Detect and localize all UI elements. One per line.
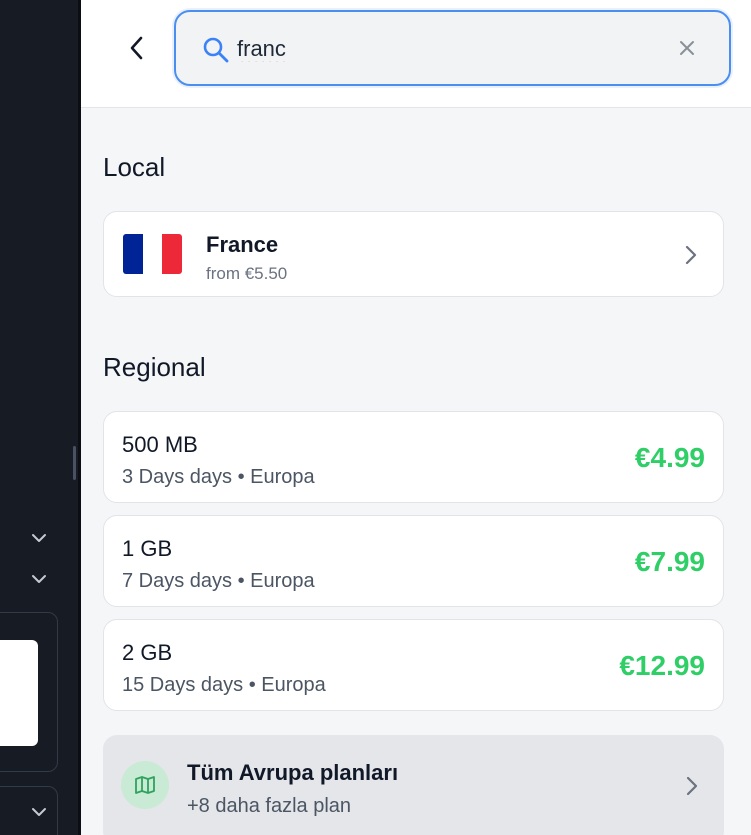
plan-card[interactable]: 500 MB 3 Days days • Europa €4.99 [103,411,724,503]
plan-data-amount: 1 GB [122,536,173,561]
plan-details: 15 Days days • Europa [122,674,326,696]
chevron-right-icon [686,776,698,796]
all-plans-title: Tüm Avrupa planları [187,760,399,785]
search-panel: Local France from €5.50 Regional 500 MB … [81,0,751,835]
plan-price: €12.99 [619,650,705,681]
search-input[interactable] [237,32,657,66]
plan-data-amount: 500 MB [122,432,198,457]
chevron-right-icon [685,245,697,265]
search-header [81,0,751,108]
back-button[interactable] [117,28,157,68]
close-icon [680,41,694,55]
background-card [0,786,58,835]
country-name: France [206,232,279,257]
country-price-from: from €5.50 [206,264,288,283]
search-field[interactable] [174,10,731,86]
plan-data-amount: 2 GB [122,640,173,665]
plan-card[interactable]: 1 GB 7 Days days • Europa €7.99 [103,515,724,607]
all-plans-subtitle: +8 daha fazla plan [187,795,352,817]
chevron-down-icon[interactable] [30,570,48,588]
plan-price: €7.99 [634,546,705,577]
plan-card[interactable]: 2 GB 15 Days days • Europa €12.99 [103,619,724,711]
chevron-left-icon [130,36,143,60]
all-europe-plans-button[interactable]: Tüm Avrupa planları +8 daha fazla plan [103,735,724,835]
resize-handle[interactable] [73,446,76,480]
flag-france-icon [123,234,182,274]
section-title-regional: Regional [103,352,206,382]
plan-details: 3 Days days • Europa [122,466,315,488]
background-sidebar [0,0,80,835]
map-icon [121,761,169,809]
plan-price: €4.99 [634,442,705,473]
clear-search-button[interactable] [675,36,699,60]
section-title-local: Local [103,152,166,182]
background-card-preview [0,640,38,746]
chevron-down-icon[interactable] [30,529,48,547]
plan-details: 7 Days days • Europa [122,570,315,592]
chevron-down-icon[interactable] [30,803,48,821]
search-icon [203,37,229,63]
country-card-france[interactable]: France from €5.50 [103,211,724,297]
